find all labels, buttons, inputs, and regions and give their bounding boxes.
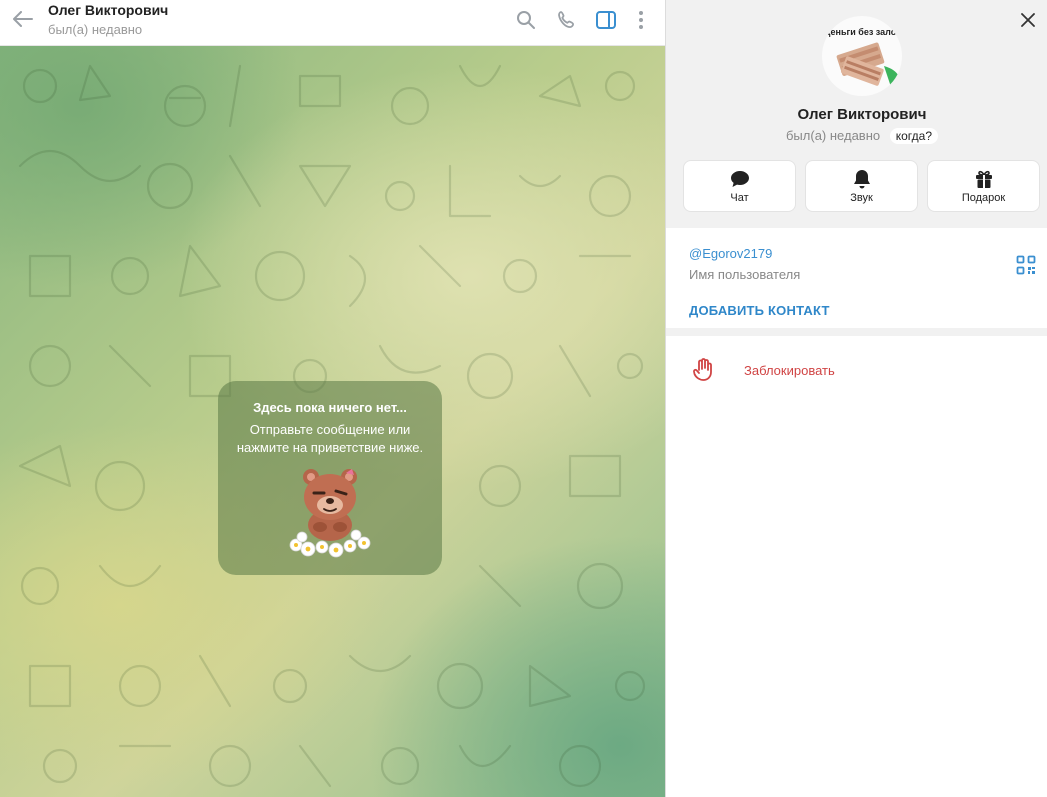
- chat-header: Олег Викторович был(а) недавно: [0, 0, 665, 46]
- block-user-label: Заблокировать: [744, 363, 835, 378]
- add-contact-button[interactable]: ДОБАВИТЬ КОНТАКТ: [689, 303, 830, 318]
- sound-action-button[interactable]: Звук: [805, 160, 918, 212]
- profile-status-text: был(а) недавно: [785, 128, 881, 143]
- when-badge[interactable]: когда?: [889, 128, 938, 144]
- bell-icon: [853, 170, 870, 189]
- hand-stop-icon: [693, 358, 712, 381]
- chat-status: был(а) недавно: [48, 22, 143, 37]
- bear-sticker-icon[interactable]: [284, 463, 376, 559]
- sidebar-panel-icon: [596, 11, 616, 29]
- search-icon: [517, 11, 535, 29]
- chat-background: Здесь пока ничего нет... Отправьте сообщ…: [0, 46, 665, 797]
- call-button[interactable]: [555, 8, 579, 32]
- user-info-section: @Egorov2179 Имя пользователя ДОБАВИТЬ КО…: [666, 228, 1047, 336]
- chat-area: Олег Викторович был(а) недавно Здесь пок…: [0, 0, 665, 797]
- chat-bubble-icon: [730, 171, 749, 187]
- gift-action-button[interactable]: Подарок: [927, 160, 1040, 212]
- empty-chat-text: Отправьте сообщение или нажмите на приве…: [236, 422, 424, 455]
- block-user-button[interactable]: Заблокировать: [666, 352, 1047, 392]
- close-panel-button[interactable]: [1018, 10, 1038, 30]
- profile-status: был(а) недавно когда?: [666, 128, 1047, 144]
- username-link[interactable]: @Egorov2179: [689, 246, 772, 261]
- back-button[interactable]: [10, 8, 36, 30]
- profile-header: Деньги без залог Олег Викторович был(а) …: [666, 0, 1047, 228]
- chat-action-button[interactable]: Чат: [683, 160, 796, 212]
- gift-icon: [975, 170, 992, 188]
- more-menu-button[interactable]: [629, 8, 653, 32]
- arrow-left-icon: [13, 11, 33, 27]
- profile-panel: Деньги без залог Олег Викторович был(а) …: [665, 0, 1047, 797]
- avatar-caption: Деньги без залог: [823, 27, 901, 37]
- phone-icon: [558, 11, 574, 28]
- sound-action-label: Звук: [850, 192, 873, 204]
- sidebar-toggle-button[interactable]: [594, 8, 618, 32]
- empty-chat-title: Здесь пока ничего нет...: [253, 400, 407, 415]
- profile-name: Олег Викторович: [797, 106, 927, 123]
- empty-chat-card: Здесь пока ничего нет... Отправьте сообщ…: [218, 381, 442, 575]
- search-button[interactable]: [514, 8, 538, 32]
- avatar[interactable]: Деньги без залог: [822, 16, 902, 96]
- chat-action-label: Чат: [730, 192, 749, 204]
- username-label: Имя пользователя: [689, 267, 801, 282]
- gift-action-label: Подарок: [961, 192, 1006, 204]
- chat-title[interactable]: Олег Викторович: [48, 2, 168, 18]
- more-vertical-icon: [639, 11, 643, 29]
- close-icon: [1021, 13, 1035, 27]
- qr-code-icon[interactable]: [1016, 255, 1036, 275]
